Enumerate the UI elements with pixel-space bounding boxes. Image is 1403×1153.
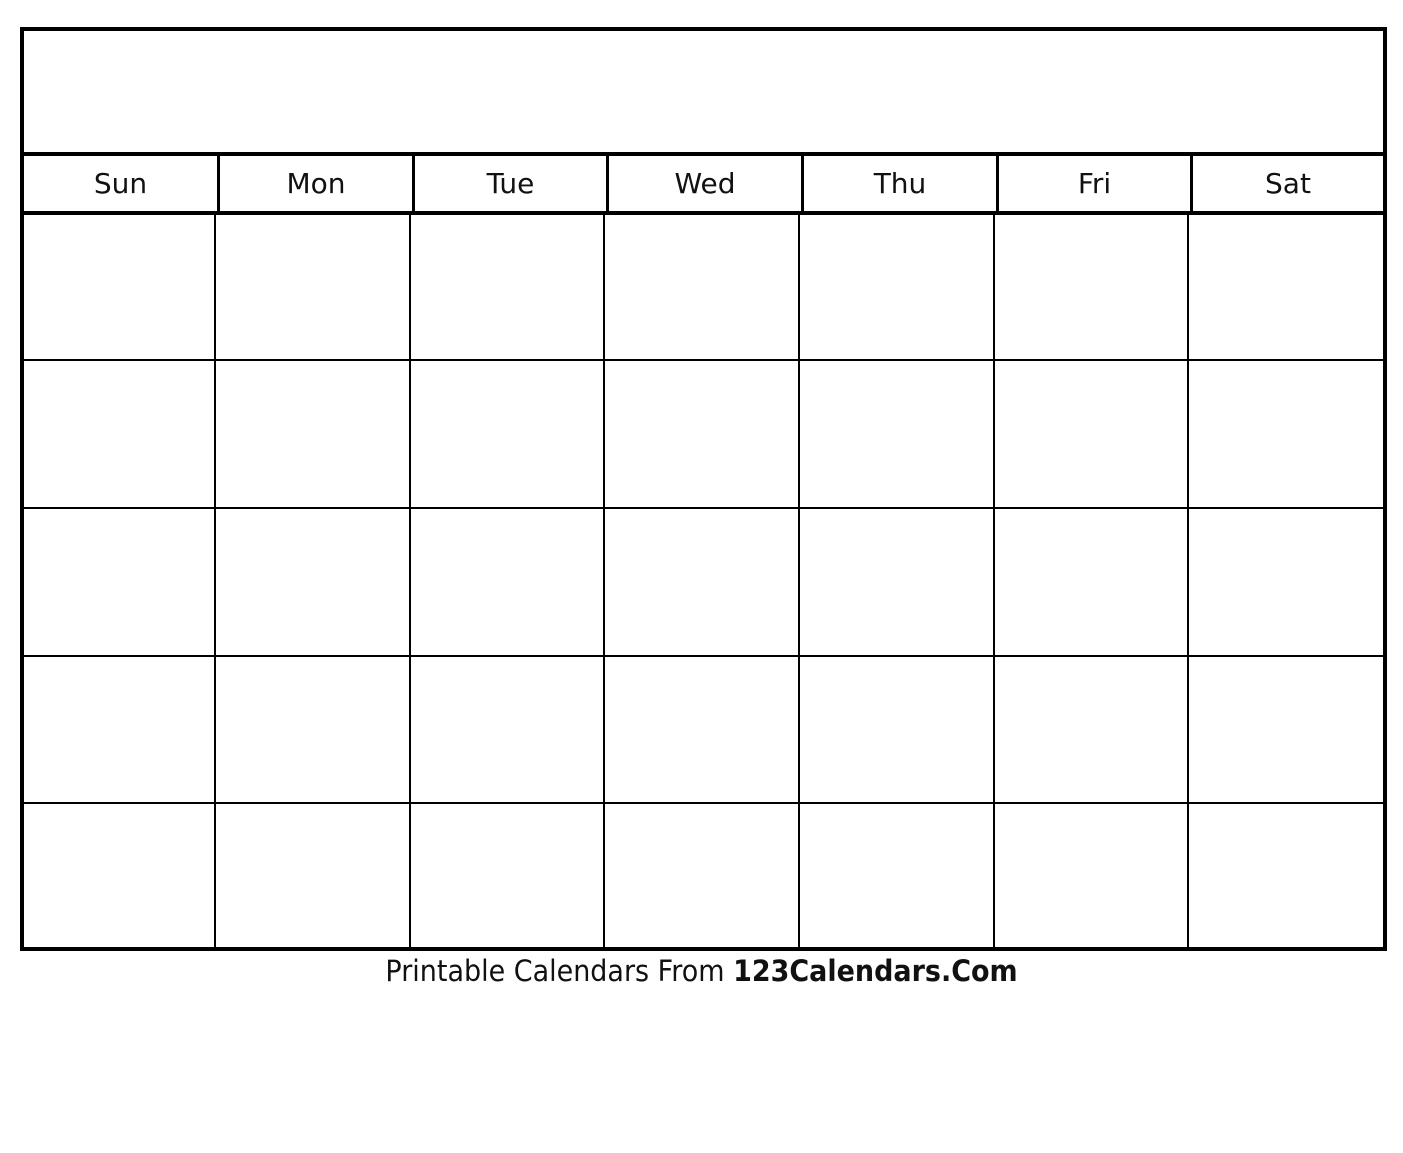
day-cell[interactable] [216,361,411,509]
day-cell[interactable] [411,509,605,657]
day-cell[interactable] [1189,657,1383,804]
day-cell[interactable] [216,804,411,947]
day-cell[interactable] [800,509,995,657]
day-cell[interactable] [800,804,995,947]
day-cell[interactable] [605,215,800,361]
day-cell[interactable] [1189,804,1383,947]
day-cell[interactable] [411,215,605,361]
day-cell[interactable] [995,804,1189,947]
weekday-tue: Tue [415,156,609,211]
day-cell[interactable] [1189,215,1383,361]
day-cell[interactable] [24,509,216,657]
day-cell[interactable] [24,361,216,509]
day-cell[interactable] [995,215,1189,361]
weekday-wed: Wed [609,156,804,211]
day-grid [24,215,1383,947]
day-cell[interactable] [1189,509,1383,657]
day-cell[interactable] [800,361,995,509]
weekday-thu: Thu [804,156,999,211]
day-cell[interactable] [1189,361,1383,509]
day-cell[interactable] [216,509,411,657]
day-cell[interactable] [216,215,411,361]
day-cell[interactable] [24,804,216,947]
calendar-sheet: Sun Mon Tue Wed Thu Fri Sat [20,27,1387,951]
day-cell[interactable] [24,215,216,361]
weekday-mon: Mon [220,156,415,211]
month-title [24,31,1383,156]
day-cell[interactable] [605,509,800,657]
day-cell[interactable] [24,657,216,804]
day-cell[interactable] [411,361,605,509]
footer-credit: Printable Calendars From 123Calendars.Co… [49,954,1354,988]
weekday-fri: Fri [999,156,1193,211]
footer-brand-link[interactable]: 123Calendars.Com [733,954,1018,988]
day-cell[interactable] [605,361,800,509]
weekday-header-row: Sun Mon Tue Wed Thu Fri Sat [24,156,1383,215]
day-cell[interactable] [800,657,995,804]
day-cell[interactable] [800,215,995,361]
day-cell[interactable] [411,804,605,947]
day-cell[interactable] [411,657,605,804]
weekday-sun: Sun [24,156,220,211]
weekday-sat: Sat [1265,167,1311,200]
day-cell[interactable] [605,657,800,804]
footer-prefix: Printable Calendars From [385,954,734,988]
day-cell[interactable] [995,509,1189,657]
day-cell[interactable] [995,361,1189,509]
day-cell[interactable] [995,657,1189,804]
day-cell[interactable] [216,657,411,804]
day-cell[interactable] [605,804,800,947]
